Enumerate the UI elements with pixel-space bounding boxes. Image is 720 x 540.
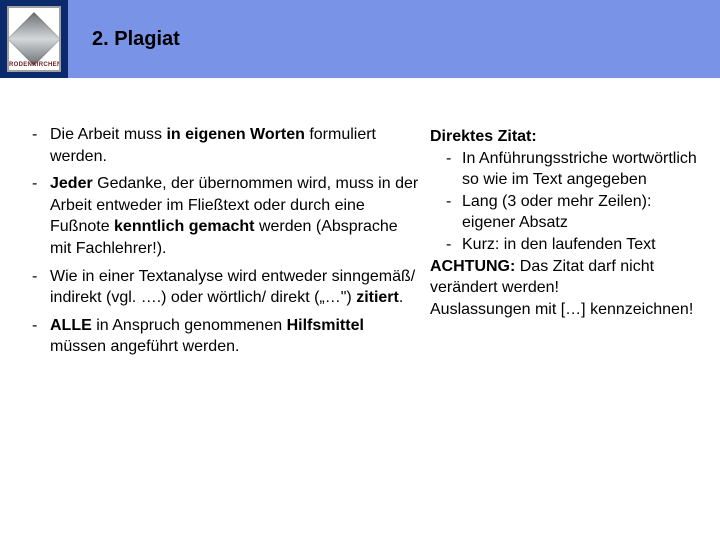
bold: in eigenen Worten bbox=[166, 126, 304, 143]
left-column: Die Arbeit muss in eigenen Worten formul… bbox=[20, 124, 422, 364]
bullet-1: Die Arbeit muss in eigenen Worten formul… bbox=[32, 124, 422, 167]
right-column: Direktes Zitat: In Anführungsstriche wor… bbox=[422, 124, 704, 364]
bold: Hilfsmittel bbox=[287, 317, 364, 334]
main-bullet-list: Die Arbeit muss in eigenen Worten formul… bbox=[32, 124, 422, 358]
bullet-2: Jeder Gedanke, der übernommen wird, muss… bbox=[32, 173, 422, 259]
slide-header: RODENKIRCHEN 2. Plagiat bbox=[0, 0, 720, 78]
text: Die Arbeit muss bbox=[50, 126, 166, 143]
right-heading: Direktes Zitat: bbox=[430, 128, 537, 145]
text: müssen angeführt werden. bbox=[50, 338, 239, 355]
text: . bbox=[399, 289, 403, 306]
logo-label-bottom: RODENKIRCHEN bbox=[9, 62, 59, 68]
bold: ALLE bbox=[50, 317, 92, 334]
bold: kenntlich gemacht bbox=[114, 218, 254, 235]
right-bullet-2: Lang (3 oder mehr Zeilen): eigener Absat… bbox=[446, 191, 704, 234]
right-sub-list: In Anführungsstriche wortwörtlich so wie… bbox=[446, 148, 704, 256]
logo-container: RODENKIRCHEN bbox=[0, 0, 68, 78]
bold: zitiert bbox=[356, 289, 399, 306]
bullet-3: Wie in einer Textanalyse wird entweder s… bbox=[32, 266, 422, 309]
achtung-line: ACHTUNG: Das Zitat darf nicht verändert … bbox=[430, 256, 704, 299]
bullet-4: ALLE in Anspruch genommenen Hilfsmittel … bbox=[32, 315, 422, 358]
text: in Anspruch genommenen bbox=[92, 317, 287, 334]
slide-content: Die Arbeit muss in eigenen Worten formul… bbox=[0, 78, 720, 364]
omission-line: Auslassungen mit […] kennzeichnen! bbox=[430, 299, 704, 321]
slide-title: 2. Plagiat bbox=[92, 28, 180, 51]
bold: Jeder bbox=[50, 175, 93, 192]
school-logo: RODENKIRCHEN bbox=[7, 6, 61, 72]
diamond-icon bbox=[7, 12, 61, 66]
achtung-label: ACHTUNG: bbox=[430, 258, 515, 275]
right-bullet-3: Kurz: in den laufenden Text bbox=[446, 234, 704, 256]
right-bullet-1: In Anführungsstriche wortwörtlich so wie… bbox=[446, 148, 704, 191]
